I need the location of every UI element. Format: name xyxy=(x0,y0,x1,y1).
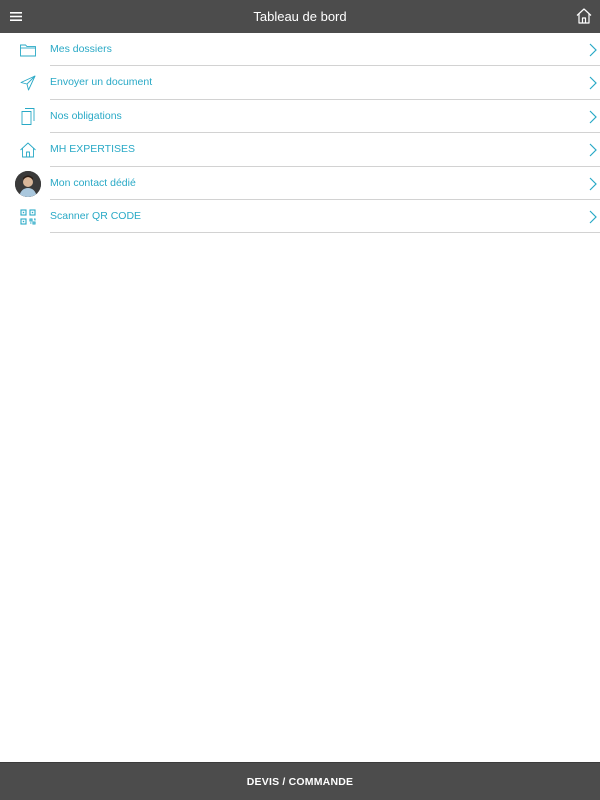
menu-item-scanner-qr-code[interactable]: Scanner QR CODE xyxy=(0,200,600,234)
avatar xyxy=(15,170,41,197)
menu-item-label: Envoyer un document xyxy=(50,76,153,89)
contact-avatar xyxy=(15,170,41,197)
menu-item-envoyer-document[interactable]: Envoyer un document xyxy=(0,66,600,100)
menu-item-mon-contact[interactable]: Mon contact dédié xyxy=(0,167,600,200)
menu-item-label: MH EXPERTISES xyxy=(50,143,135,156)
devis-commande-label: DEVIS / COMMANDE xyxy=(246,776,354,788)
chevron-right-icon xyxy=(588,176,598,192)
page-title: Tableau de bord xyxy=(253,9,347,24)
menu-item-mes-dossiers[interactable]: Mes dossiers xyxy=(0,33,600,67)
chevron-right-icon xyxy=(588,142,598,158)
house-icon xyxy=(15,137,41,163)
chevron-right-icon xyxy=(588,109,598,125)
chevron-right-icon xyxy=(588,75,598,91)
documents-icon xyxy=(15,104,41,130)
menu-item-label: Mon contact dédié xyxy=(50,176,136,189)
folder-icon xyxy=(15,37,41,63)
chevron-right-icon xyxy=(588,209,598,225)
menu-item-label: Mes dossiers xyxy=(50,43,112,55)
send-paper-plane-icon xyxy=(15,70,41,96)
dashboard-menu-list: Mes dossiers Envoyer un document Nos obl… xyxy=(0,33,600,234)
divider xyxy=(50,232,600,234)
devis-commande-button[interactable]: DEVIS / COMMANDE xyxy=(0,762,600,800)
qr-code-icon xyxy=(15,204,41,230)
home-icon[interactable] xyxy=(575,7,593,25)
menu-item-mh-expertises[interactable]: MH EXPERTISES xyxy=(0,133,600,167)
chevron-right-icon xyxy=(588,42,598,58)
menu-item-label: Scanner QR CODE xyxy=(50,209,142,222)
top-bar: Tableau de bord xyxy=(0,0,600,33)
menu-item-label: Nos obligations xyxy=(50,109,122,122)
menu-item-nos-obligations[interactable]: Nos obligations xyxy=(0,100,600,134)
